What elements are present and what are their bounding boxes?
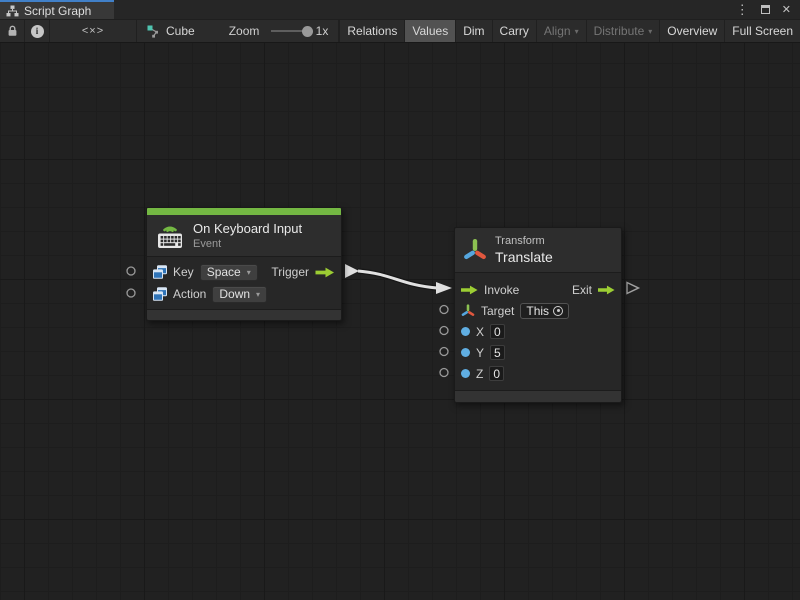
chevron-down-icon: ▾: [648, 27, 652, 36]
y-value-input[interactable]: 5: [490, 345, 505, 360]
node-footer: [455, 391, 621, 402]
fullscreen-button[interactable]: Full Screen: [724, 20, 800, 42]
context-label[interactable]: Cube: [166, 24, 195, 38]
enum-value-icon: [153, 265, 167, 279]
context-segment: Cube Zoom 1x: [137, 20, 339, 42]
z-input-port[interactable]: [440, 369, 448, 377]
transform-mini-icon: [461, 303, 475, 319]
carry-button[interactable]: Carry: [492, 20, 536, 42]
action-input-port[interactable]: [127, 289, 135, 297]
node-subtitle: Event: [193, 238, 302, 250]
connection-wire[interactable]: [358, 271, 437, 288]
exit-output-port[interactable]: [627, 283, 639, 294]
key-input-port[interactable]: [127, 267, 135, 275]
flow-arrow-icon: [598, 285, 615, 295]
action-dropdown[interactable]: Down ▾: [212, 286, 267, 303]
key-dropdown[interactable]: Space ▾: [200, 264, 258, 281]
action-port-row: Action Down ▾: [147, 283, 341, 305]
tab-bar: Script Graph ⋮ ✕: [0, 0, 800, 20]
z-value-input[interactable]: 0: [489, 366, 504, 381]
y-port-row: Y 5: [455, 342, 621, 363]
zoom-control: Zoom 1x: [229, 24, 329, 38]
maximize-icon[interactable]: [761, 5, 770, 14]
transform-translate-node[interactable]: Transform Translate Invoke Exit: [454, 227, 622, 403]
dim-button[interactable]: Dim: [455, 20, 491, 42]
x-value-input[interactable]: 0: [490, 324, 505, 339]
exit-port-label: Exit: [572, 283, 592, 297]
zoom-value: 1x: [316, 24, 329, 38]
lock-button[interactable]: [0, 20, 25, 42]
graph-toolbar: i <×> Cube Zoom 1x Relations Values Dim: [0, 20, 800, 43]
graph-pointer-icon: [147, 25, 160, 38]
info-button[interactable]: i: [25, 20, 50, 42]
zoom-label: Zoom: [229, 24, 260, 38]
graph-canvas[interactable]: On Keyboard Input Event Key Space ▾: [0, 43, 800, 600]
target-object-field[interactable]: This: [520, 303, 569, 319]
keyboard-icon: [155, 222, 185, 249]
target-input-port[interactable]: [440, 306, 448, 314]
invoke-port-label: Invoke: [484, 283, 519, 297]
event-color-bar: [147, 208, 341, 215]
trigger-port-label: Trigger: [271, 265, 309, 279]
graph-tab-icon: [6, 5, 19, 17]
node-footer: [147, 310, 341, 320]
trigger-output-port[interactable]: [345, 264, 359, 278]
tab-title: Script Graph: [24, 4, 91, 18]
x-port-row: X 0: [455, 321, 621, 342]
zoom-slider-knob[interactable]: [302, 26, 313, 37]
info-icon: i: [31, 25, 44, 38]
invoke-exit-row: Invoke Exit: [455, 279, 621, 300]
code-view-button[interactable]: <×>: [50, 20, 137, 42]
node-category: Transform: [495, 235, 553, 247]
zoom-slider[interactable]: [271, 30, 307, 32]
object-picker-icon[interactable]: [553, 306, 563, 316]
close-icon[interactable]: ✕: [782, 3, 791, 16]
node-title: Translate: [495, 249, 553, 265]
y-port-label: Y: [476, 346, 484, 360]
value-dot-icon: [461, 369, 470, 378]
target-port-label: Target: [481, 304, 514, 318]
tab-script-graph[interactable]: Script Graph: [0, 0, 114, 19]
chevron-down-icon: ▾: [256, 290, 260, 299]
relations-button[interactable]: Relations: [339, 20, 404, 42]
action-port-label: Action: [173, 287, 206, 301]
z-port-row: Z 0: [455, 363, 621, 384]
script-graph-window: Script Graph ⋮ ✕ i <×>: [0, 0, 800, 600]
y-input-port[interactable]: [440, 348, 448, 356]
value-dot-icon: [461, 348, 470, 357]
angle-x-icon: <×>: [82, 25, 104, 37]
z-port-label: Z: [476, 367, 483, 381]
flow-arrow-icon: [461, 285, 478, 295]
target-port-row: Target This: [455, 300, 621, 321]
window-controls: ⋮ ✕: [736, 0, 800, 19]
flow-arrow-icon: [315, 267, 335, 278]
key-port-label: Key: [173, 265, 194, 279]
align-button[interactable]: Align ▾: [536, 20, 586, 42]
value-dot-icon: [461, 327, 470, 336]
more-icon[interactable]: ⋮: [736, 2, 749, 18]
node-title: On Keyboard Input: [193, 221, 302, 236]
distribute-button[interactable]: Distribute ▾: [586, 20, 660, 42]
chevron-down-icon: ▾: [575, 27, 579, 36]
values-button[interactable]: Values: [404, 20, 455, 42]
key-port-row: Key Space ▾ Trigger: [147, 261, 341, 283]
overview-button[interactable]: Overview: [659, 20, 724, 42]
lock-icon: [7, 25, 18, 37]
enum-value-icon: [153, 287, 167, 301]
x-input-port[interactable]: [440, 327, 448, 335]
transform-icon: [463, 236, 487, 265]
x-port-label: X: [476, 325, 484, 339]
invoke-input-arrowhead: [436, 282, 452, 294]
on-keyboard-input-node[interactable]: On Keyboard Input Event Key Space ▾: [146, 207, 342, 321]
chevron-down-icon: ▾: [247, 268, 251, 277]
